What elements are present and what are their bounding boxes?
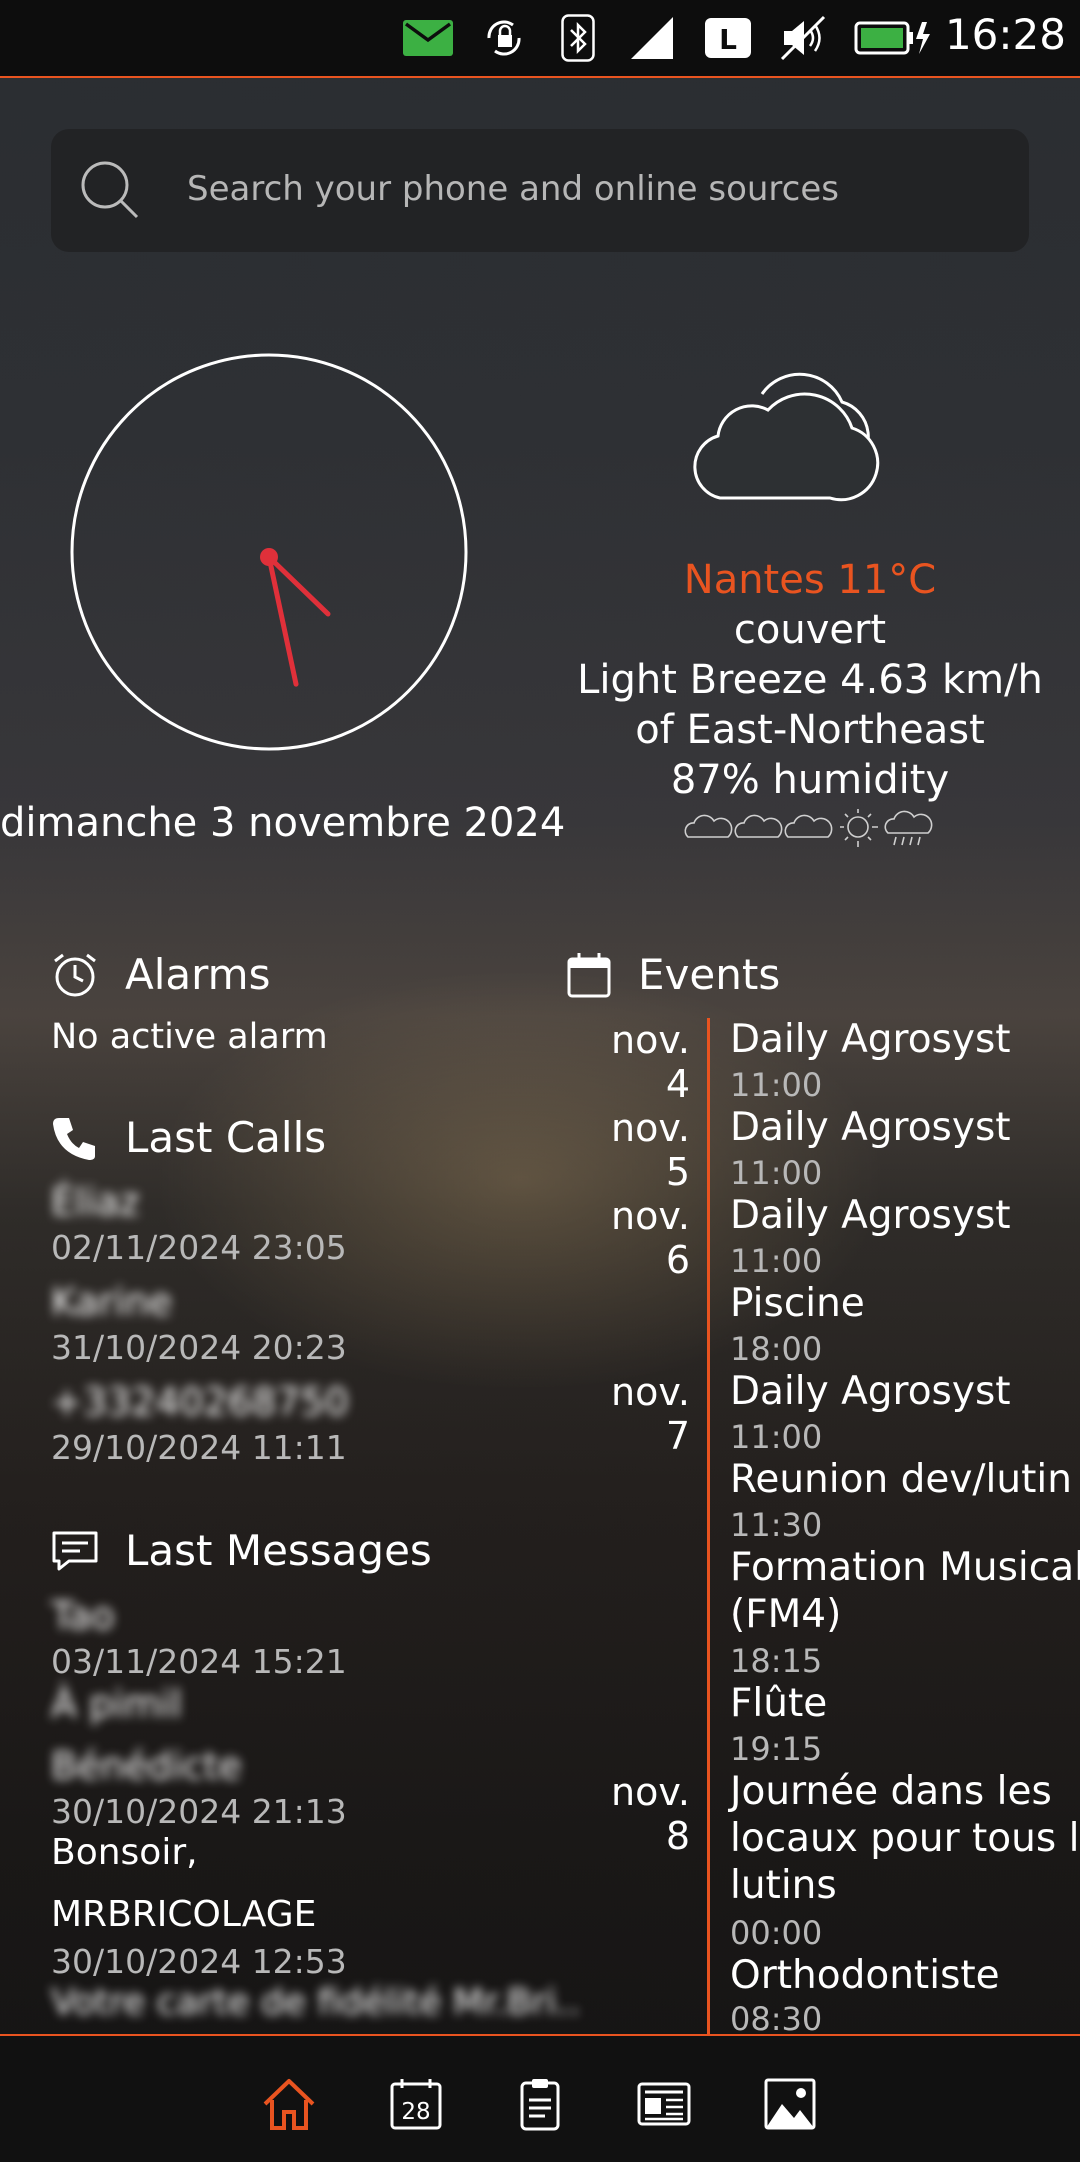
event-title: Formation Musicale	[730, 1545, 1080, 1590]
search-bar[interactable]: Search your phone and online sources	[51, 129, 1029, 252]
alarms-status: No active alarm	[51, 1017, 328, 1057]
event-title-continued: locaux pour tous les	[730, 1816, 1080, 1861]
message-icon	[52, 1531, 98, 1570]
weather-info: Nantes 11°C couvert Light Breeze 4.63 km…	[560, 555, 1060, 805]
last-messages-header[interactable]: Last Messages	[51, 1526, 432, 1575]
analog-clock	[70, 353, 468, 751]
last-calls-header[interactable]: Last Calls	[51, 1113, 326, 1162]
battery-charging-icon[interactable]	[854, 14, 932, 62]
event-time: 11:00	[730, 1418, 823, 1456]
weather-wind: Light Breeze 4.63 km/h	[577, 657, 1043, 703]
events-timeline	[707, 1018, 710, 2036]
events-header[interactable]: Events	[566, 950, 780, 999]
home-icon[interactable]	[261, 2076, 317, 2132]
calendar-icon[interactable]: 28	[388, 2076, 444, 2132]
alarms-title: Alarms	[125, 950, 271, 999]
event-title: Daily Agrosyst	[730, 1193, 1011, 1238]
message-sender: Tao	[51, 1594, 115, 1638]
status-time: 16:28	[944, 9, 1066, 59]
signal-icon	[628, 14, 676, 62]
message-preview: À pimil	[51, 1682, 182, 1726]
search-input[interactable]: Search your phone and online sources	[187, 169, 839, 209]
status-bar: L 16:28	[0, 0, 1080, 78]
alarm-clock-icon	[54, 953, 96, 996]
event-title: Journée dans les	[730, 1769, 1052, 1814]
date-label: dimanche 3 novembre 2024	[0, 800, 566, 846]
event-title: Daily Agrosyst	[730, 1369, 1011, 1414]
event-time: 08:30	[730, 2000, 823, 2038]
mail-icon[interactable]	[402, 14, 454, 62]
rotation-lock-icon[interactable]	[476, 14, 532, 62]
message-sender: MRBRICOLAGE	[51, 1894, 317, 1935]
call-name: +33240268750	[51, 1380, 349, 1424]
cloud-icon	[684, 814, 733, 838]
event-time: 00:00	[730, 1914, 823, 1952]
clipboard-icon[interactable]	[512, 2076, 568, 2132]
clock-center	[260, 548, 278, 566]
message-time: 30/10/2024 12:53	[51, 1942, 347, 1981]
event-title: Daily Agrosyst	[730, 1105, 1011, 1150]
phone-icon	[53, 1117, 95, 1160]
last-calls-title: Last Calls	[125, 1113, 327, 1162]
cloud-icon	[784, 814, 833, 838]
event-time: 18:00	[730, 1330, 823, 1368]
event-title-continued: lutins	[730, 1863, 837, 1908]
event-date: nov. 6	[611, 1194, 690, 1282]
weather-forecast	[684, 807, 936, 851]
event-title-continued: (FM4)	[730, 1592, 842, 1637]
weather-wind-direction: of East-Northeast	[635, 707, 985, 753]
event-time: 11:30	[730, 1506, 823, 1544]
event-time: 11:00	[730, 1154, 823, 1192]
svg-text:L: L	[719, 23, 737, 56]
event-title: Reunion dev/lutin	[730, 1457, 1072, 1502]
search-icon	[79, 159, 143, 223]
calendar-icon	[567, 952, 611, 997]
event-title: Piscine	[730, 1281, 865, 1326]
event-title: Flûte	[730, 1681, 828, 1726]
news-icon[interactable]	[636, 2076, 692, 2132]
weather-humidity: 87% humidity	[670, 757, 950, 803]
call-time: 02/11/2024 23:05	[51, 1228, 347, 1267]
call-name: Éliaz	[51, 1180, 140, 1224]
gallery-icon[interactable]	[762, 2076, 818, 2132]
lte-icon: L	[704, 14, 752, 62]
event-date: nov. 5	[611, 1106, 690, 1194]
event-time: 18:15	[730, 1642, 823, 1680]
event-date: nov. 7	[611, 1370, 690, 1458]
weather-city-temp: Nantes 11°C	[683, 557, 937, 603]
bluetooth-icon[interactable]	[560, 14, 596, 62]
event-time: 11:00	[730, 1066, 823, 1104]
event-date: nov. 8	[611, 1770, 690, 1858]
bottom-navigation: 28	[0, 2034, 1080, 2162]
event-title: Orthodontiste	[730, 1953, 1000, 1998]
call-time: 31/10/2024 20:23	[51, 1328, 347, 1367]
cloud-icon	[734, 814, 783, 838]
weather-condition: couvert	[733, 607, 887, 653]
svg-text:28: 28	[401, 2099, 430, 2125]
mute-icon[interactable]	[780, 14, 828, 62]
alarms-header[interactable]: Alarms	[51, 950, 270, 999]
cloud-icon	[690, 352, 930, 512]
message-preview: Votre carte de fidélité Mr.Bri…	[51, 1982, 581, 2023]
message-sender: Bénédicte	[51, 1744, 242, 1788]
sun-icon	[840, 809, 878, 847]
rain-icon	[884, 810, 933, 846]
message-time: 03/11/2024 15:21	[51, 1642, 347, 1681]
event-time: 19:15	[730, 1730, 823, 1768]
message-time: 30/10/2024 21:13	[51, 1792, 347, 1831]
call-time: 29/10/2024 11:11	[51, 1428, 347, 1467]
event-title: Daily Agrosyst	[730, 1017, 1011, 1062]
message-preview: Bonsoir,	[51, 1832, 198, 1873]
call-name: Karine	[51, 1280, 173, 1324]
event-time: 11:00	[730, 1242, 823, 1280]
last-messages-title: Last Messages	[125, 1526, 432, 1575]
events-title: Events	[638, 950, 781, 999]
event-date: nov. 4	[611, 1018, 690, 1106]
